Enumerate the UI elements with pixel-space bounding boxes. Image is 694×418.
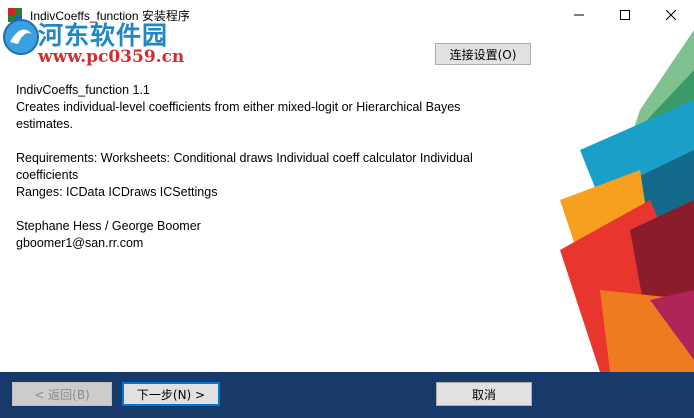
watermark-overlay: 河东软件园 www.pc0359.cn <box>0 10 210 72</box>
cancel-button[interactable]: 取消 <box>436 382 532 406</box>
addin-name-version: IndivCoeffs_function 1.1 <box>16 83 150 97</box>
installer-window: IndivCoeffs_function 安装程序 河东软件园 www.pc03… <box>0 0 694 418</box>
author-text: Stephane Hess / George Boomer <box>16 219 201 233</box>
description-text: Creates individual-level coefficients fr… <box>16 100 461 114</box>
description-text-cont: estimates. <box>16 117 73 131</box>
watermark-logo-icon <box>3 19 39 55</box>
requirements-text-cont: coefficients <box>16 168 79 182</box>
decorative-artwork <box>560 30 694 372</box>
description-panel: IndivCoeffs_function 1.1 Creates individ… <box>16 82 556 252</box>
author-email: gboomer1@san.rr.com <box>16 236 144 250</box>
connection-settings-button[interactable]: 连接设置(O) <box>435 43 531 65</box>
watermark-url: www.pc0359.cn <box>38 47 185 67</box>
requirements-text: Requirements: Worksheets: Conditional dr… <box>16 151 473 165</box>
back-button[interactable]: < 返回(B) <box>12 382 112 406</box>
next-button[interactable]: 下一步(N) > <box>122 382 220 406</box>
ranges-text: Ranges: ICData ICDraws ICSettings <box>16 185 218 199</box>
